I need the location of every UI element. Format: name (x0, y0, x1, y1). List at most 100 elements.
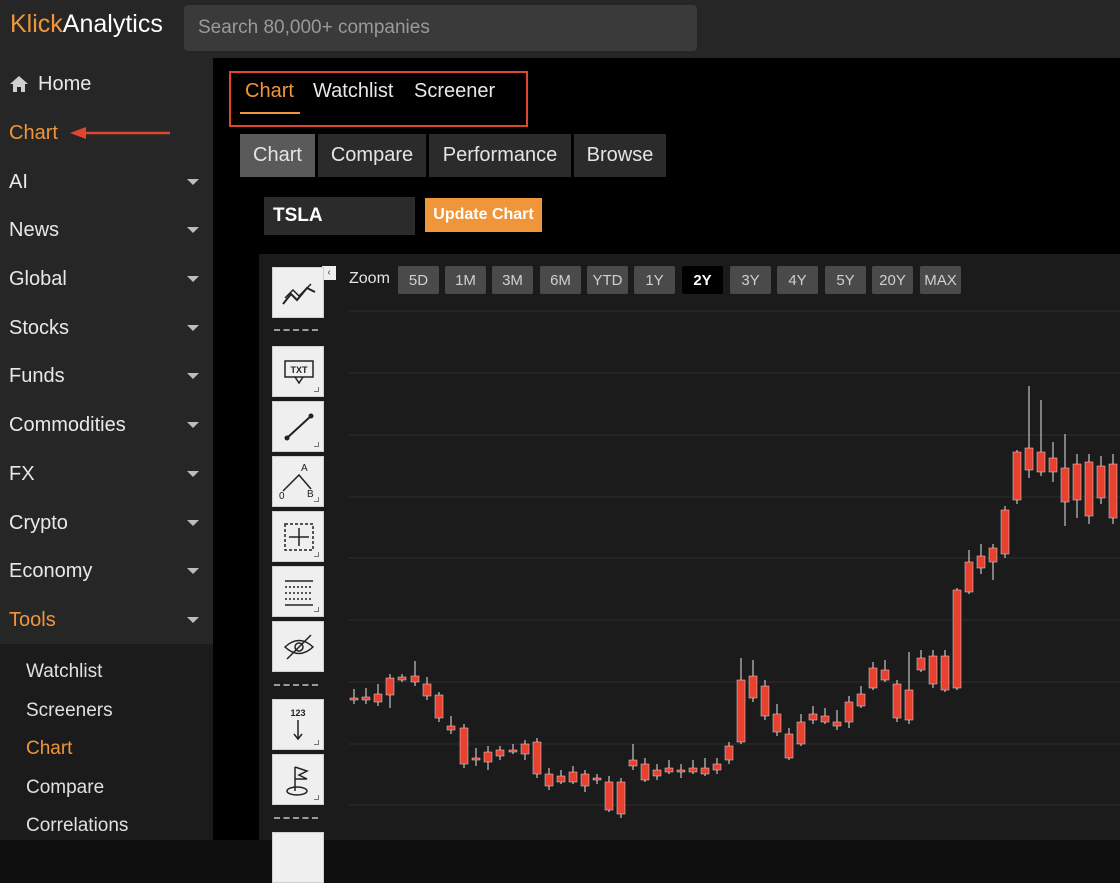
submenu-item-compare[interactable]: Compare (26, 777, 104, 799)
candlestick (1036, 400, 1046, 476)
sidebar-item-stocks[interactable]: Stocks (0, 308, 213, 348)
zoom-1y-button[interactable]: 1Y (634, 266, 675, 294)
candlestick (1060, 434, 1070, 526)
sidebar-item-funds[interactable]: Funds (0, 356, 213, 396)
chevron-down-icon (187, 227, 199, 233)
candlestick-chart (349, 310, 1120, 818)
chevron-down-icon (187, 471, 199, 477)
svg-text:B: B (307, 489, 314, 500)
zoom-5d-button[interactable]: 5D (398, 266, 439, 294)
candlestick (964, 550, 974, 594)
sidebar-item-home[interactable]: Home (0, 64, 213, 104)
chevron-down-icon (187, 617, 199, 623)
pattern-tool[interactable]: A 0 B (272, 456, 324, 507)
candlestick (988, 544, 998, 580)
candlestick (664, 760, 674, 774)
candlestick (604, 776, 614, 812)
count-tool[interactable]: 123 (272, 699, 324, 750)
active-tab-underline (240, 112, 300, 114)
subtab-compare[interactable]: Compare (318, 134, 426, 177)
sidebar-item-tools[interactable]: Tools (0, 600, 213, 640)
candlestick (844, 696, 854, 728)
sidebar-item-news[interactable]: News (0, 210, 213, 250)
candlestick (700, 758, 710, 776)
candlestick (1012, 450, 1022, 504)
candlestick (652, 764, 662, 780)
candlestick (1000, 506, 1010, 558)
toolbar-divider (274, 817, 318, 819)
candlestick (676, 764, 686, 778)
zoom-1m-button[interactable]: 1M (445, 266, 486, 294)
sidebar-item-global[interactable]: Global (0, 259, 213, 299)
candlestick (976, 544, 986, 574)
zoom-3m-button[interactable]: 3M (492, 266, 533, 294)
submenu-item-correlations[interactable]: Correlations (26, 815, 128, 837)
zoom-3y-button[interactable]: 3Y (730, 266, 771, 294)
hide-drawings-tool[interactable] (272, 621, 324, 672)
candlestick (916, 650, 926, 672)
submenu-item-watchlist[interactable]: Watchlist (26, 661, 102, 683)
tab-chart[interactable]: Chart (245, 80, 294, 103)
candlestick (397, 674, 407, 682)
candlestick (688, 760, 698, 774)
search-input[interactable] (184, 5, 697, 51)
sidebar-item-crypto[interactable]: Crypto (0, 503, 213, 543)
candlestick (544, 768, 554, 790)
submenu-item-screeners[interactable]: Screeners (26, 700, 113, 722)
candlestick (628, 744, 638, 770)
sidebar-item-fx[interactable]: FX (0, 454, 213, 494)
candlestick (904, 652, 914, 724)
candlestick (410, 661, 420, 686)
annotation-arrow (70, 127, 170, 139)
candlestick (349, 689, 359, 704)
line-tool[interactable] (272, 401, 324, 452)
zoom-2y-button[interactable]: 2Y (682, 266, 723, 294)
zoom-ytd-button[interactable]: YTD (587, 266, 628, 294)
candlestick (772, 704, 782, 736)
candlestick (748, 660, 758, 702)
subtab-browse[interactable]: Browse (574, 134, 666, 177)
subtab-chart[interactable]: Chart (240, 134, 315, 177)
sidebar-item-commodities[interactable]: Commodities (0, 405, 213, 445)
logo[interactable]: KlickAnalytics (10, 10, 163, 39)
chevron-down-icon (187, 373, 199, 379)
sidebar-item-ai[interactable]: AI (0, 162, 213, 202)
candlestick (808, 706, 818, 724)
zoom-max-button[interactable]: MAX (920, 266, 961, 294)
candlestick (580, 770, 590, 792)
subtab-performance[interactable]: Performance (429, 134, 571, 177)
candlestick (1024, 386, 1034, 478)
zoom-4y-button[interactable]: 4Y (777, 266, 818, 294)
tab-watchlist[interactable]: Watchlist (313, 80, 393, 103)
svg-text:A: A (301, 463, 308, 474)
zoom-6m-button[interactable]: 6M (540, 266, 581, 294)
candlestick (532, 738, 542, 778)
fibonacci-tool[interactable] (272, 566, 324, 617)
chevron-down-icon (187, 179, 199, 185)
measure-tool[interactable] (272, 511, 324, 562)
tab-screener[interactable]: Screener (414, 80, 495, 103)
candlestick (373, 684, 383, 706)
candlestick (796, 714, 806, 746)
candlestick (784, 728, 794, 760)
flag-tool[interactable] (272, 754, 324, 805)
ticker-input[interactable] (264, 197, 415, 235)
zoom-20y-button[interactable]: 20Y (872, 266, 913, 294)
candlestick (928, 650, 938, 688)
candlestick (385, 674, 395, 708)
candlestick (712, 758, 722, 774)
candlestick (820, 708, 830, 724)
svg-text:123: 123 (290, 708, 305, 718)
candlestick (483, 746, 493, 770)
zoom-5y-button[interactable]: 5Y (825, 266, 866, 294)
text-label-tool[interactable]: TXT (272, 346, 324, 397)
tools-submenu: Watchlist Screeners Chart Compare Correl… (0, 644, 213, 840)
candlestick (952, 588, 962, 690)
candlestick (856, 686, 866, 708)
candlestick (760, 680, 770, 720)
candlestick (880, 660, 890, 682)
trend-lines-tool[interactable] (272, 267, 324, 318)
update-chart-button[interactable]: Update Chart (425, 198, 542, 232)
submenu-item-chart[interactable]: Chart (26, 738, 72, 760)
sidebar-item-economy[interactable]: Economy (0, 551, 213, 591)
